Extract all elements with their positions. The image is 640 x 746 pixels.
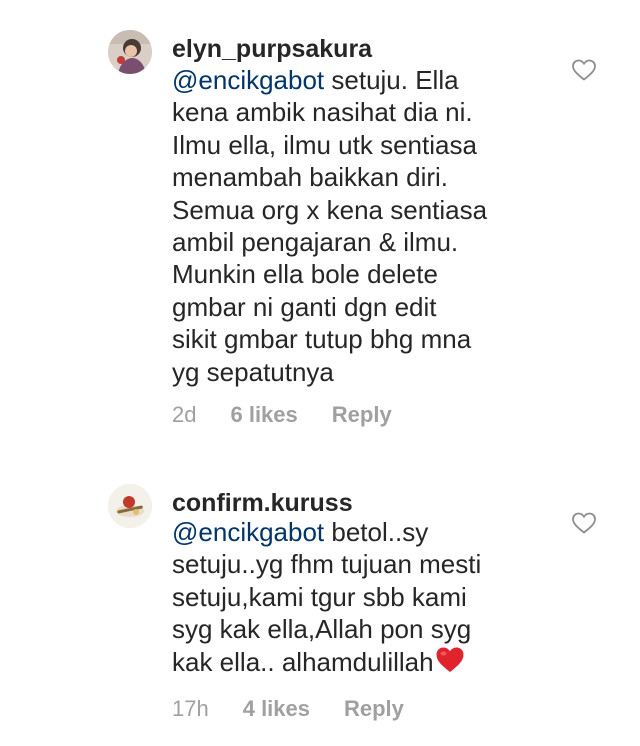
timestamp: 17h — [172, 696, 209, 721]
comment-2: confirm.kuruss @encikgabot betol..sy set… — [0, 0, 640, 746]
avatar[interactable] — [108, 484, 152, 528]
red-heart-emoji — [435, 646, 465, 681]
mention-link[interactable]: @encikgabot — [172, 517, 324, 547]
comment-body: @encikgabot betol..sy setuju..yg fhm tuj… — [172, 516, 567, 681]
reply-button[interactable]: Reply — [344, 696, 404, 722]
comment-meta: 17h 4 likes Reply — [172, 696, 404, 722]
likes-count[interactable]: 4 likes — [243, 696, 310, 722]
heart-outline-icon — [572, 512, 596, 534]
like-button[interactable] — [569, 509, 599, 537]
comment-username[interactable]: confirm.kuruss — [172, 488, 353, 518]
user-photo-icon — [108, 484, 152, 528]
